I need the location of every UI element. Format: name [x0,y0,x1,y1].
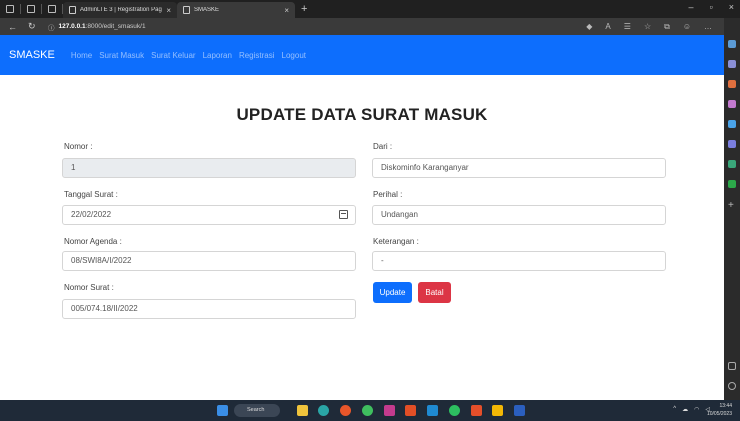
start-icon[interactable] [217,405,228,416]
browser-toolbar: ◆ A ☰ ☆ ⧉ ☺ … [586,18,712,35]
dari-label: Dari : [373,142,393,151]
page-content: UPDATE DATA SURAT MASUK Nomor : 1 Tangga… [0,75,724,400]
nav-links: Home Surat Masuk Surat Keluar Laporan Re… [71,51,306,60]
favorites-icon[interactable]: ☆ [644,22,651,31]
page-icon [69,6,76,14]
file-explorer-icon[interactable] [297,405,308,416]
search-icon[interactable] [728,40,736,48]
nav-home[interactable]: Home [71,51,92,60]
back-icon[interactable]: ← [8,22,20,32]
update-button[interactable]: Update [373,282,412,303]
sidebar-toggle-icon[interactable] [728,362,736,370]
games-icon[interactable] [728,100,736,108]
browser-window: AdminLTE 3 | Registration Page × SMASKE … [0,0,740,421]
url-path: :8000/edit_smasuk/1 [85,23,146,30]
word-icon[interactable] [514,405,525,416]
profile-icon[interactable]: ☺ [683,22,691,31]
whatsapp-icon[interactable] [362,405,373,416]
nomor-field: 1 [62,158,356,178]
wifi-icon[interactable]: ◠ [694,406,699,413]
agenda-label: Nomor Agenda : [64,237,122,246]
more-icon[interactable]: … [704,22,712,31]
drop-icon[interactable] [728,160,736,168]
dari-field[interactable]: Diskominfo Karanganyar [372,158,666,178]
batal-button[interactable]: Batal [418,282,451,303]
perihal-field[interactable]: Undangan [372,205,666,225]
sourcetree-icon[interactable] [471,405,482,416]
tools-icon[interactable] [728,80,736,88]
tab-actions [0,0,63,18]
keterangan-field[interactable]: - [372,251,666,271]
workspaces-icon[interactable] [27,5,35,13]
tree-icon[interactable] [728,180,736,188]
nav-registrasi[interactable]: Registrasi [239,51,275,60]
warning-app-icon[interactable] [492,405,503,416]
address-bar: ← ↻ ⓘ 127.0.0.1:8000/edit_smasuk/1 ◆ A ☰… [0,18,724,35]
nomor-surat-field[interactable]: 005/074.18/II/2022 [62,299,356,319]
tanggal-label: Tanggal Surat : [64,190,118,199]
app-icon[interactable] [384,405,395,416]
chat-icon[interactable] [449,405,460,416]
settings-icon[interactable] [728,382,736,390]
office-icon[interactable] [728,120,736,128]
minimize-button[interactable]: – [689,2,694,12]
shopping-icon[interactable] [728,60,736,68]
add-icon[interactable]: + [728,201,736,211]
tab-title: AdminLTE 3 | Registration Page [80,7,163,13]
cloud-icon[interactable]: ☁ [682,406,688,413]
nomor-surat-label: Nomor Surat : [64,283,114,292]
close-tab-icon[interactable]: × [284,6,289,15]
extension-icon[interactable]: ◆ [586,22,592,31]
page-icon [183,6,190,14]
info-icon[interactable]: ⓘ [48,22,55,32]
tray-chevron-icon[interactable]: ^ [673,406,676,413]
agenda-field[interactable]: 08/SWI8A/I/2022 [62,251,356,271]
close-window-button[interactable]: × [729,2,734,12]
system-tray: ^ ☁ ◠ ◁ [673,406,710,413]
new-tab-button[interactable]: + [301,3,307,15]
url-field[interactable]: ⓘ 127.0.0.1:8000/edit_smasuk/1 [48,22,146,32]
app-navbar: SMASKE Home Surat Masuk Surat Keluar Lap… [0,35,724,75]
nav-logout[interactable]: Logout [282,51,306,60]
window-menu-icon[interactable] [6,5,14,13]
tab-adminlte[interactable]: AdminLTE 3 | Registration Page × [63,2,177,18]
nav-laporan[interactable]: Laporan [203,51,232,60]
brand-link[interactable]: SMASKE [9,49,55,61]
nomor-label: Nomor : [64,142,93,151]
clock[interactable]: 13:44 10/05/2023 [707,402,732,418]
tanggal-field[interactable]: 22/02/2022 [62,205,356,225]
collections-icon[interactable]: ⧉ [664,22,670,32]
tab-title: SMASKE [194,7,220,13]
perihal-label: Perihal : [373,190,403,199]
window-controls: – ▫ × [689,2,734,12]
close-tab-icon[interactable]: × [166,6,171,15]
vertical-tabs-icon[interactable] [48,5,56,13]
reading-view-icon[interactable]: ☰ [624,22,631,31]
nav-surat-masuk[interactable]: Surat Masuk [99,51,144,60]
git-icon[interactable] [405,405,416,416]
taskbar: Search ^ ☁ ◠ ◁ 13:44 10/05/2023 [0,400,740,421]
vscode-icon[interactable] [427,405,438,416]
nav-surat-keluar[interactable]: Surat Keluar [151,51,195,60]
url-host: 127.0.0.1 [58,23,86,30]
keterangan-label: Keterangan : [373,237,419,246]
outlook-icon[interactable] [728,140,736,148]
chrome-icon[interactable] [340,405,351,416]
refresh-icon[interactable]: ↻ [28,21,40,32]
tab-bar: AdminLTE 3 | Registration Page × SMASKE … [0,0,740,18]
page-title: UPDATE DATA SURAT MASUK [236,105,488,124]
edge-sidebar: + [724,18,740,400]
tab-smaske[interactable]: SMASKE × [177,2,295,18]
calendar-icon[interactable] [339,210,348,219]
maximize-button[interactable]: ▫ [710,2,713,12]
read-aloud-icon[interactable]: A [605,22,610,31]
edge-browser-icon[interactable] [318,405,329,416]
taskbar-search[interactable]: Search [234,404,280,417]
